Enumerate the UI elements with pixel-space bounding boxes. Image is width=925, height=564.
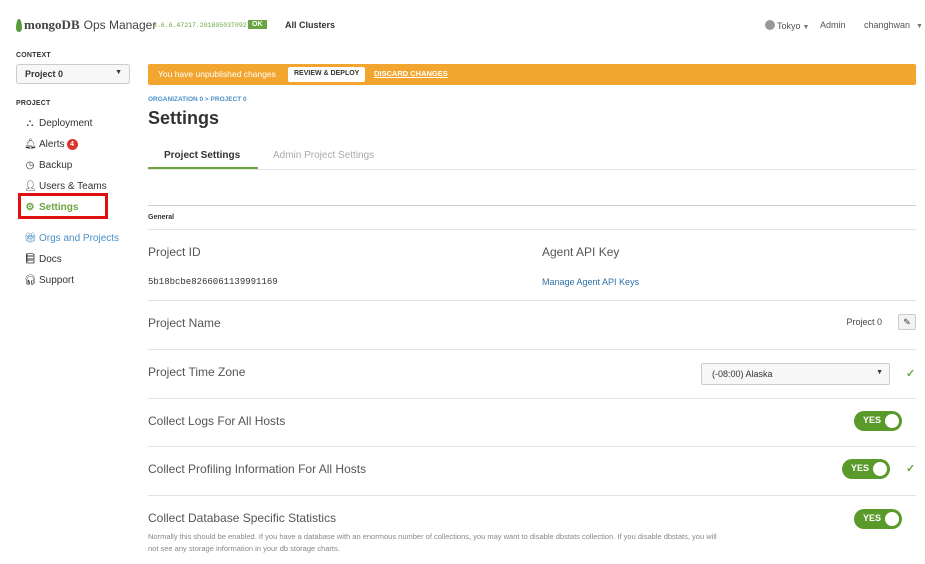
region-selector[interactable]: Tokyo ▼ — [765, 20, 809, 31]
leaf-icon — [16, 18, 22, 32]
sidebar-item-alerts[interactable]: 🔔︎ Alerts 4 — [16, 134, 134, 155]
sidebar-item-backup[interactable]: ◷ Backup — [16, 155, 134, 176]
review-deploy-button[interactable]: REVIEW & DEPLOY — [288, 67, 366, 82]
project-name-label: Project Name — [148, 316, 221, 330]
banner-text: You have unpublished changes — [158, 69, 276, 79]
logo-app-name: Ops Manager — [83, 18, 157, 32]
admin-link[interactable]: Admin — [820, 20, 846, 30]
sidebar-item-label: Support — [39, 275, 75, 286]
project-id-label: Project ID — [148, 245, 201, 259]
logo-brand: mongoDB — [24, 17, 80, 32]
globe-icon — [765, 20, 775, 30]
sidebar-item-label: Deployment — [39, 118, 93, 129]
tab-project-settings[interactable]: Project Settings — [164, 150, 240, 161]
settings-highlight-box — [18, 193, 108, 219]
profiling-label: Collect Profiling Information For All Ho… — [148, 462, 367, 476]
user-menu[interactable]: changhwan ▼ — [864, 20, 923, 30]
sidebar-item-deployment[interactable]: ⛬ Deployment — [16, 113, 134, 134]
project-id-value: 5b18bcbe8266061139991169 — [148, 277, 278, 287]
sidebar-item-label: Alerts — [39, 139, 65, 150]
book-icon: 📘︎ — [24, 254, 37, 265]
all-clusters-link[interactable]: All Clusters — [285, 20, 335, 30]
divider — [148, 495, 916, 496]
sidebar-item-label: Users & Teams — [39, 181, 107, 192]
sidebar-item-orgs-projects[interactable]: 🎁︎ Orgs and Projects — [16, 228, 134, 249]
caret-down-icon: ▼ — [876, 369, 883, 376]
user-name: changhwan — [864, 20, 911, 30]
agent-api-key-label: Agent API Key — [542, 245, 620, 259]
region-label: Tokyo — [777, 21, 801, 31]
divider — [148, 349, 916, 350]
deployment-icon: ⛬ — [26, 118, 34, 129]
divider — [148, 446, 916, 447]
alerts-count-badge: 4 — [66, 139, 78, 150]
sidebar-item-label: Backup — [39, 160, 73, 171]
bell-icon: 🔔︎ — [24, 139, 37, 150]
caret-down-icon: ▼ — [115, 69, 122, 76]
toggle-label: YES — [863, 415, 882, 425]
gift-icon: 🎁︎ — [24, 233, 37, 244]
divider — [148, 300, 916, 301]
divider — [148, 169, 916, 170]
sidebar: CONTEXT Project 0 ▼ PROJECT ⛬ Deployment… — [16, 52, 134, 291]
breadcrumb[interactable]: ORGANIZATION 0 > PROJECT 0 — [148, 96, 247, 103]
backup-clock-icon: ◷ — [25, 160, 35, 171]
toggle-knob — [885, 512, 899, 526]
dbstats-label: Collect Database Specific Statistics — [148, 511, 337, 525]
timezone-label: Project Time Zone — [148, 365, 246, 379]
headset-icon: 🎧︎ — [24, 275, 37, 286]
toggle-knob — [885, 414, 899, 428]
manage-agent-api-keys-link[interactable]: Manage Agent API Keys — [542, 277, 639, 287]
unpublished-changes-banner: You have unpublished changes REVIEW & DE… — [148, 64, 916, 85]
dbstats-toggle[interactable]: YES — [854, 509, 902, 529]
edit-project-name-button[interactable]: ✎ — [898, 314, 916, 330]
divider — [148, 229, 916, 230]
project-name-value: Project 0 — [846, 317, 882, 327]
profiling-toggle[interactable]: YES — [842, 459, 890, 479]
page-title: Settings — [148, 108, 220, 128]
top-bar: mongoDB Ops Manager 3.6.6.47217.20180503… — [0, 0, 925, 48]
check-icon: ✓ — [906, 463, 916, 475]
divider — [148, 398, 916, 399]
settings-tabs: Project Settings Admin Project Settings — [148, 145, 916, 170]
sidebar-item-label: Orgs and Projects — [39, 233, 120, 244]
collect-logs-label: Collect Logs For All Hosts — [148, 414, 286, 428]
dbstats-description: Normally this should be enabled. If you … — [148, 532, 717, 553]
mongodb-logo[interactable]: mongoDB Ops Manager — [16, 17, 156, 33]
sidebar-item-support[interactable]: 🎧︎ Support — [16, 270, 134, 291]
toggle-knob — [873, 462, 887, 476]
toggle-label: YES — [851, 463, 870, 473]
timezone-select[interactable]: (-08:00) Alaska ▼ — [701, 363, 890, 385]
project-label: PROJECT — [16, 100, 51, 107]
caret-down-icon: ▼ — [802, 24, 810, 31]
section-general-label: General — [148, 214, 175, 221]
context-value: Project 0 — [25, 69, 64, 79]
sidebar-item-docs[interactable]: 📘︎ Docs — [16, 249, 134, 270]
divider — [148, 205, 916, 206]
toggle-label: YES — [863, 513, 882, 523]
check-icon: ✓ — [906, 368, 916, 380]
discard-changes-link[interactable]: DISCARD CHANGES — [374, 69, 448, 78]
tab-admin-project-settings[interactable]: Admin Project Settings — [273, 150, 374, 161]
links-nav: 🎁︎ Orgs and Projects 📘︎ Docs 🎧︎ Support — [16, 228, 134, 291]
sidebar-item-label: Docs — [39, 254, 62, 265]
context-label: CONTEXT — [16, 52, 51, 59]
pencil-icon: ✎ — [903, 317, 911, 327]
caret-down-icon: ▼ — [916, 23, 923, 30]
timezone-value: (-08:00) Alaska — [712, 369, 773, 379]
version-label: 3.6.6.47217.20180503T0927Z — [153, 22, 255, 29]
context-select[interactable]: Project 0 ▼ — [16, 64, 130, 84]
collect-logs-toggle[interactable]: YES — [854, 411, 902, 431]
user-icon: 👤︎ — [24, 181, 37, 192]
status-badge: OK — [248, 20, 267, 29]
